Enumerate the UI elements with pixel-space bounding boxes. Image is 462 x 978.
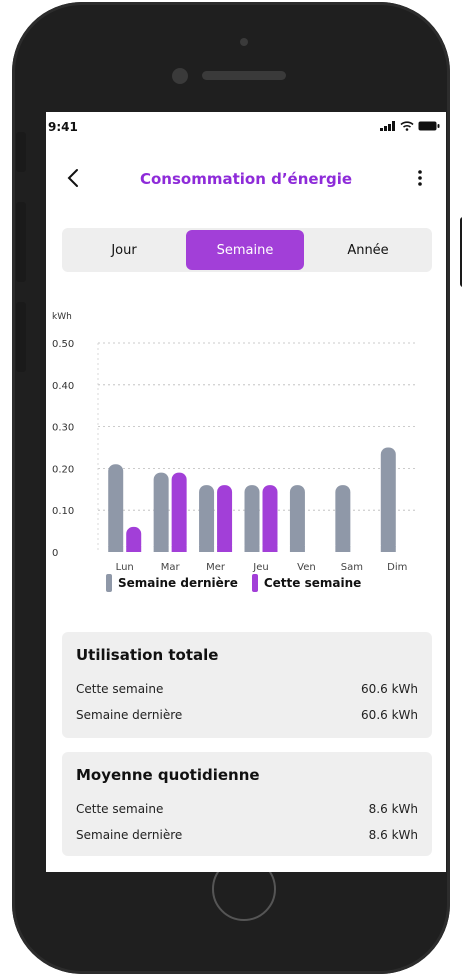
bar-base <box>217 546 233 552</box>
row-label: Cette semaine <box>76 682 164 696</box>
summary-row: Semaine dernière 8.6 kWh <box>76 828 418 842</box>
mute-switch <box>16 132 26 172</box>
wifi-icon <box>400 121 414 131</box>
bar-base <box>108 546 124 552</box>
weekly-energy-bar-chart: kWh 0 0.10 0.20 0.30 0.40 0.50 Lun Mar Mer Jeu Ven S… <box>52 312 416 573</box>
screen: 9:41 Consommation d’énergie Jour Semaine… <box>46 112 446 872</box>
row-label: Cette semaine <box>76 802 164 816</box>
app-header: Consommation d’énergie <box>46 162 446 202</box>
y-tick-label: 0.50 <box>52 339 74 350</box>
y-tick-label: 0.40 <box>52 381 74 392</box>
more-vertical-icon[interactable] <box>412 166 428 190</box>
phone-frame: 9:41 Consommation d’énergie Jour Semaine… <box>12 2 462 974</box>
total-usage-card: Utilisation totale Cette semaine 60.6 kW… <box>62 632 432 738</box>
tab-jour[interactable]: Jour <box>66 228 182 272</box>
summary-row: Semaine dernière 60.6 kWh <box>76 708 418 722</box>
bar-base <box>126 546 142 552</box>
status-bar: 9:41 <box>46 112 446 148</box>
status-icons <box>380 121 440 131</box>
x-tick-label: Dim <box>387 562 407 573</box>
volume-down-button <box>16 302 26 372</box>
period-tabs: Jour Semaine Année <box>62 228 432 272</box>
bar-base <box>244 546 260 552</box>
front-camera <box>240 38 248 46</box>
legend-label-last-week: Semaine dernière <box>118 576 238 590</box>
earpiece-speaker <box>202 71 286 80</box>
tab-semaine[interactable]: Semaine <box>186 230 304 270</box>
bar-this-week <box>262 485 278 552</box>
x-tick-label: Sam <box>341 562 363 573</box>
bar-base <box>262 546 278 552</box>
bar-base <box>199 546 215 552</box>
bar-last-week <box>153 472 169 552</box>
x-tick-label: Mar <box>161 562 181 573</box>
row-value: 8.6 kWh <box>368 802 418 816</box>
signal-icon <box>380 121 395 131</box>
row-label: Semaine dernière <box>76 708 183 722</box>
bar-this-week <box>171 472 187 552</box>
y-tick-label: 0 <box>52 548 58 559</box>
bar-base <box>171 546 187 552</box>
y-axis-unit-label: kWh <box>52 312 72 322</box>
bar-last-week <box>108 464 124 552</box>
bar-last-week <box>380 447 396 552</box>
tab-annee[interactable]: Année <box>308 228 428 272</box>
legend-swatch-last-week <box>106 574 112 592</box>
chart-legend: Semaine dernière Cette semaine <box>106 574 361 592</box>
summary-row: Cette semaine 60.6 kWh <box>76 682 418 696</box>
x-tick-label: Mer <box>206 562 226 573</box>
bar-base <box>289 546 305 552</box>
y-tick-label: 0.20 <box>52 464 74 475</box>
row-value: 60.6 kWh <box>361 708 418 722</box>
bar-this-week <box>217 485 233 552</box>
bar-last-week <box>289 485 305 552</box>
status-time: 9:41 <box>48 120 78 134</box>
bar-base <box>335 546 351 552</box>
y-tick-label: 0.30 <box>52 423 74 434</box>
bar-last-week <box>244 485 260 552</box>
bar-last-week <box>199 485 215 552</box>
x-tick-label: Jeu <box>252 562 268 573</box>
battery-icon <box>418 121 440 131</box>
legend-label-this-week: Cette semaine <box>263 576 362 590</box>
y-tick-label: 0.10 <box>52 506 74 517</box>
row-label: Semaine dernière <box>76 828 183 842</box>
page-title: Consommation d’énergie <box>139 170 353 188</box>
bar-base <box>153 546 169 552</box>
x-tick-label: Ven <box>297 562 316 573</box>
row-value: 60.6 kWh <box>361 682 418 696</box>
bar-last-week <box>335 485 351 552</box>
legend-item-last-week: Semaine dernière <box>106 574 238 592</box>
camera-lens <box>172 68 188 84</box>
x-tick-label: Lun <box>116 562 134 573</box>
row-value: 8.6 kWh <box>368 828 418 842</box>
volume-up-button <box>16 202 26 282</box>
summary-row: Cette semaine 8.6 kWh <box>76 802 418 816</box>
bar-base <box>380 546 396 552</box>
card-title: Moyenne quotidienne <box>76 766 260 784</box>
legend-item-this-week: Cette semaine <box>251 574 362 592</box>
legend-swatch-this-week <box>251 574 258 592</box>
card-title: Utilisation totale <box>76 646 219 664</box>
daily-average-card: Moyenne quotidienne Cette semaine 8.6 kW… <box>62 752 432 856</box>
